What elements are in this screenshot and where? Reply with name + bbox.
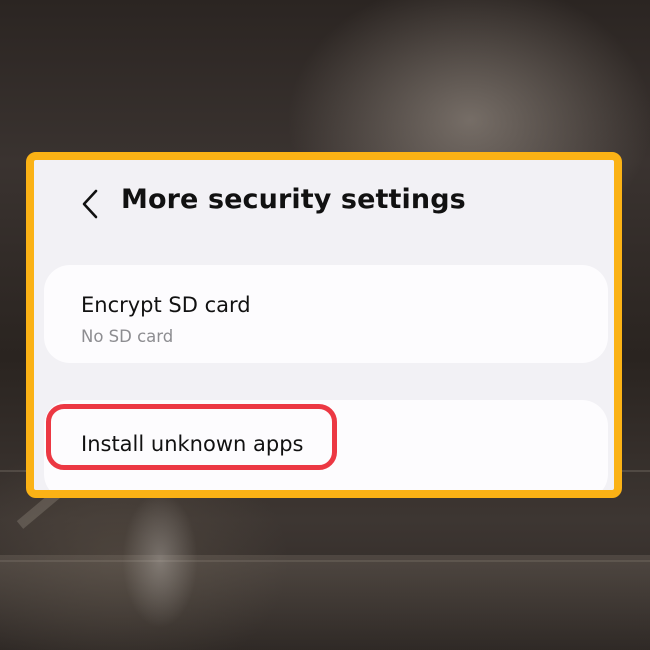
settings-item-title: Encrypt SD card — [81, 293, 251, 317]
settings-item-subtitle: No SD card — [81, 327, 174, 346]
app-bar: More security settings — [34, 160, 614, 256]
settings-screen-frame: More security settings Encrypt SD card N… — [26, 152, 622, 498]
background-field — [0, 555, 650, 650]
highlight-annotation — [46, 404, 337, 470]
settings-item-encrypt-sd-card[interactable]: Encrypt SD card No SD card — [44, 265, 608, 363]
page-title: More security settings — [121, 184, 466, 215]
back-button[interactable] — [72, 182, 108, 226]
chevron-left-icon — [81, 189, 99, 219]
